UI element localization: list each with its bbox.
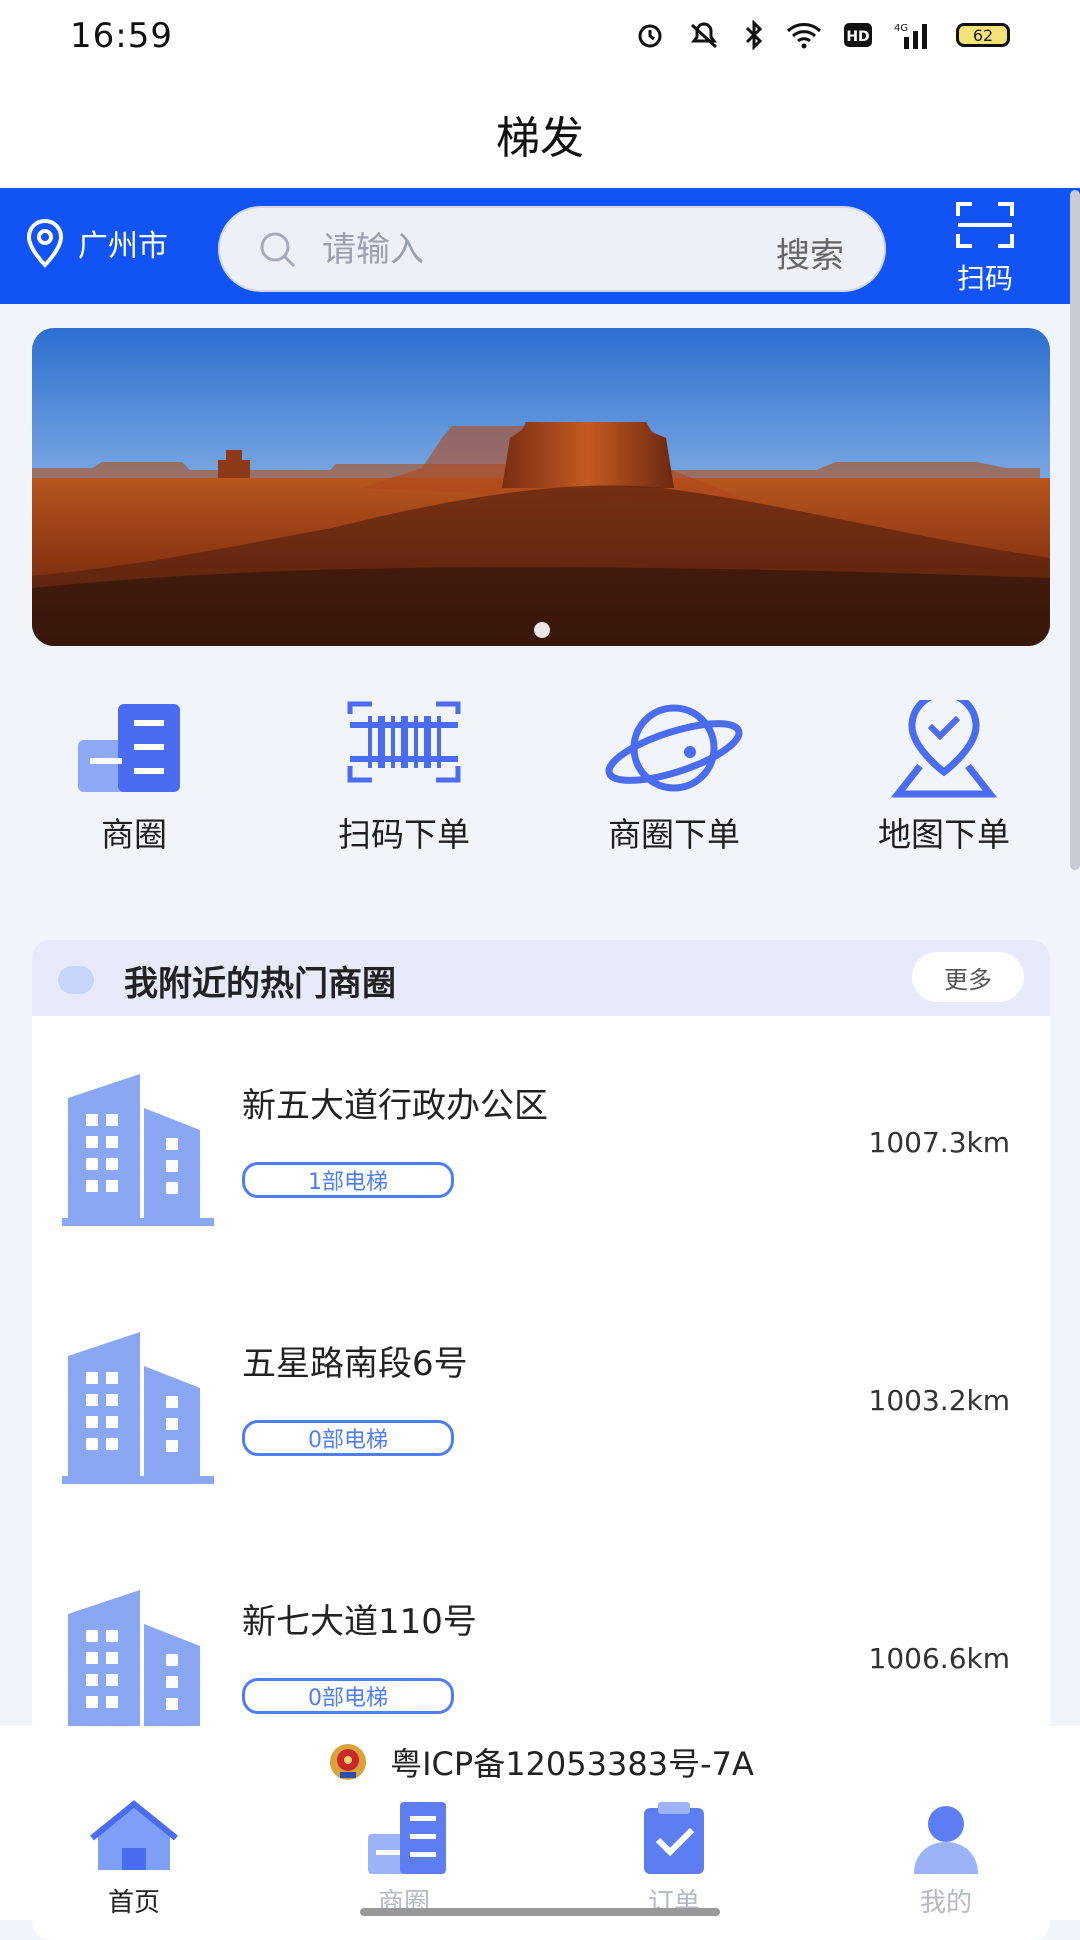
user-icon xyxy=(914,1806,978,1874)
map-pin-check-icon xyxy=(890,690,998,798)
banner-carousel[interactable] xyxy=(32,328,1050,646)
shortcut-label: 地图下单 xyxy=(878,815,1010,854)
section-dot-icon xyxy=(58,966,94,994)
more-button[interactable]: 更多 xyxy=(912,952,1024,1002)
search-header: 广州市 搜索 扫码 xyxy=(0,188,1080,304)
distance-label: 1003.2km xyxy=(868,1384,1010,1417)
hd-icon: HD xyxy=(844,23,872,47)
scan-label: 扫码 xyxy=(956,262,1013,295)
icp-footer: 粤ICP备12053383号-7A xyxy=(0,1726,1080,1798)
list-item[interactable]: 新五大道行政办公区 1部电梯 1007.3km xyxy=(32,1016,1050,1274)
section-title: 我附近的热门商圈 xyxy=(124,964,396,1004)
svg-text:4G: 4G xyxy=(894,23,908,34)
shortcut-label: 扫码下单 xyxy=(338,815,470,854)
status-icons: HD 4G 62 xyxy=(636,20,1010,50)
location-pin-icon xyxy=(26,218,64,268)
building-icon xyxy=(62,1074,214,1226)
status-bar: 16:59 HD 4G 62 xyxy=(0,0,1080,80)
city-selector[interactable]: 广州市 xyxy=(26,218,168,268)
distance-label: 1007.3km xyxy=(868,1126,1010,1159)
city-label: 广州市 xyxy=(78,229,168,264)
shortcut-business-district[interactable]: 商圈 xyxy=(14,700,254,854)
title-bar: 梯发 xyxy=(0,80,1080,188)
scan-button[interactable]: 扫码 xyxy=(940,200,1030,297)
search-icon xyxy=(260,232,296,268)
search-button[interactable]: 搜索 xyxy=(776,228,844,277)
list-item[interactable]: 五星路南段6号 0部电梯 1003.2km xyxy=(32,1274,1050,1532)
shortcut-district-order[interactable]: 商圈下单 xyxy=(554,700,794,854)
tab-label: 我的 xyxy=(919,1888,972,1918)
carousel-indicator xyxy=(534,622,550,638)
tab-home[interactable]: 首页 xyxy=(34,1798,234,1920)
tab-profile[interactable]: 我的 xyxy=(846,1798,1046,1920)
page-title: 梯发 xyxy=(496,113,584,164)
building-icon xyxy=(62,1332,214,1484)
shortcut-label: 商圈 xyxy=(101,815,167,854)
home-icon xyxy=(90,1800,178,1870)
district-name: 新五大道行政办公区 xyxy=(242,1086,548,1126)
distance-label: 1006.6km xyxy=(868,1642,1010,1675)
home-indicator[interactable] xyxy=(360,1908,720,1916)
district-name: 五星路南段6号 xyxy=(242,1344,468,1384)
clipboard-check-icon xyxy=(644,1802,704,1874)
elevator-count-badge: 0部电梯 xyxy=(242,1420,454,1456)
alarm-icon xyxy=(638,24,662,48)
bluetooth-icon xyxy=(745,20,763,50)
status-time: 16:59 xyxy=(70,16,173,56)
business-district-icon xyxy=(368,1802,446,1874)
building-icon xyxy=(62,1590,214,1742)
elevator-count-badge: 1部电梯 xyxy=(242,1162,454,1198)
police-emblem-icon xyxy=(330,1744,367,1780)
bottom-tab-bar: 首页 商圈 订单 我的 xyxy=(0,1798,1080,1920)
svg-text:HD: HD xyxy=(846,29,869,45)
scan-icon xyxy=(956,202,1014,248)
hot-districts-header: 我附近的热门商圈 更多 xyxy=(32,940,1050,1016)
wifi-icon xyxy=(786,23,822,49)
search-box[interactable]: 搜索 xyxy=(218,206,886,292)
district-name: 新七大道110号 xyxy=(242,1602,477,1642)
elevator-count-badge: 0部电梯 xyxy=(242,1678,454,1714)
tab-business-district[interactable]: 商圈 xyxy=(304,1798,504,1920)
barcode-icon xyxy=(347,701,461,783)
tab-orders[interactable]: 订单 xyxy=(574,1798,774,1920)
shortcut-map-order[interactable]: 地图下单 xyxy=(824,690,1064,854)
shortcut-grid: 商圈 扫码下单 商圈下单 地图下单 xyxy=(0,690,1080,860)
tab-label: 首页 xyxy=(107,1888,160,1918)
icp-text: 粤ICP备12053383号-7A xyxy=(390,1745,754,1783)
planet-icon xyxy=(605,704,743,792)
battery-indicator: 62 xyxy=(956,23,1010,47)
mute-vibrate-icon xyxy=(690,22,718,49)
signal-icon: 4G xyxy=(894,23,927,49)
shortcut-scan-order[interactable]: 扫码下单 xyxy=(284,700,524,854)
shortcut-label: 商圈下单 xyxy=(608,815,740,854)
banner-image xyxy=(32,328,1050,646)
search-input[interactable] xyxy=(320,224,704,276)
business-district-icon xyxy=(78,704,180,792)
